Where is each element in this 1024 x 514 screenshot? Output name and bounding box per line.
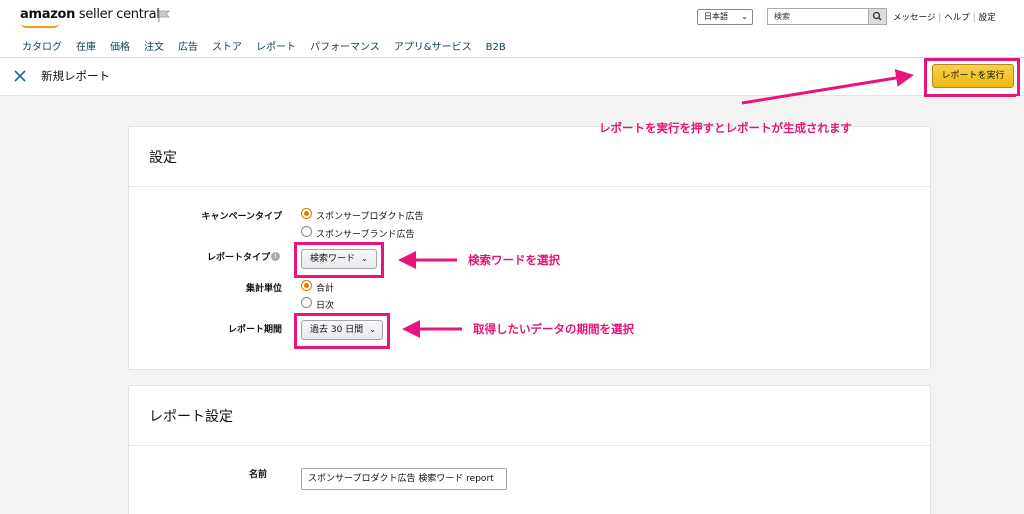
page-title: 新規レポート xyxy=(41,69,110,83)
radio-label-aggregation-total: 合計 xyxy=(316,284,335,294)
campaign-type-label: キャンペーンタイプ xyxy=(201,212,282,222)
radio-label-aggregation-daily: 日次 xyxy=(316,301,335,311)
close-icon[interactable] xyxy=(13,69,27,83)
nav-item-stores[interactable]: ストア xyxy=(212,42,242,53)
aggregation-label: 集計単位 xyxy=(245,284,282,294)
report-period-dropdown[interactable]: 過去 30 日間 ⌄ xyxy=(301,320,383,340)
link-separator: | xyxy=(938,13,942,23)
language-value: 日本語 xyxy=(704,12,728,21)
page-subheader: 新規レポート xyxy=(0,58,1024,96)
logo-smile-icon xyxy=(21,23,59,28)
card-divider xyxy=(129,186,930,187)
chevron-down-icon: ⌄ xyxy=(361,254,368,263)
report-type-dropdown[interactable]: 検索ワード ⌄ xyxy=(301,249,377,269)
nav-item-apps-services[interactable]: アプリ&サービス xyxy=(394,42,472,53)
help-link[interactable]: ヘルプ xyxy=(944,13,970,23)
chevron-down-icon: ⌄ xyxy=(369,325,376,334)
radio-sponsored-products[interactable] xyxy=(301,208,312,219)
report-period-value: 過去 30 日間 xyxy=(310,325,364,335)
nav-item-orders[interactable]: 注文 xyxy=(144,42,164,53)
search-icon xyxy=(872,11,882,21)
nav-item-advertising[interactable]: 広告 xyxy=(178,42,198,53)
nav-item-reports[interactable]: レポート xyxy=(256,42,296,53)
nav-item-catalog[interactable]: カタログ xyxy=(22,42,62,53)
annotation-period-note: 取得したいデータの期間を選択 xyxy=(473,322,634,336)
radio-aggregation-total[interactable] xyxy=(301,280,312,291)
report-type-value: 検索ワード xyxy=(310,254,356,264)
nav-item-b2b[interactable]: B2B xyxy=(486,42,506,53)
run-report-button[interactable]: レポートを実行 xyxy=(932,64,1014,88)
nav-item-pricing[interactable]: 価格 xyxy=(110,42,130,53)
nav-item-performance[interactable]: パフォーマンス xyxy=(310,42,380,53)
language-select[interactable]: 日本語 ⌄ xyxy=(697,9,753,25)
search-input[interactable]: 検索 xyxy=(767,8,869,25)
radio-label-sponsored-products: スポンサープロダクト広告 xyxy=(316,212,424,222)
main-nav: カタログ 在庫 価格 注文 広告 ストア レポート パフォーマンス アプリ&サービス B2B xyxy=(22,38,520,53)
amazon-seller-central-logo[interactable]: amazon seller central xyxy=(20,7,160,22)
top-header: amazon seller central 日本語 ⌄ 検索 メッセージ | ヘルプ |… xyxy=(0,0,1024,58)
page-edge xyxy=(1016,96,1024,514)
report-name-label: 名前 xyxy=(248,470,267,480)
radio-label-sponsored-brands: スポンサーブランド広告 xyxy=(316,230,415,240)
top-links: メッセージ | ヘルプ | 設定 xyxy=(893,11,996,23)
link-separator: | xyxy=(972,13,976,23)
radio-sponsored-brands[interactable] xyxy=(301,226,312,237)
logo-text-light: seller central xyxy=(75,7,160,22)
logo-text-bold: amazon xyxy=(20,7,76,22)
report-period-label: レポート期間 xyxy=(227,325,282,335)
info-icon[interactable]: i xyxy=(271,252,280,261)
flag-icon[interactable] xyxy=(157,9,171,23)
chevron-down-icon: ⌄ xyxy=(741,12,748,21)
nav-item-inventory[interactable]: 在庫 xyxy=(76,42,96,53)
settings-link[interactable]: 設定 xyxy=(979,13,996,23)
annotation-run-note: レポートを実行を押すとレポートが生成されます xyxy=(599,121,852,135)
report-settings-card-title: レポート設定 xyxy=(149,409,233,425)
report-settings-card: レポート設定 xyxy=(128,385,931,514)
report-type-label: レポートタイプ xyxy=(206,253,270,263)
annotation-type-note: 検索ワードを選択 xyxy=(468,253,560,267)
card-divider xyxy=(129,445,930,446)
messages-link[interactable]: メッセージ xyxy=(893,13,935,23)
radio-aggregation-daily[interactable] xyxy=(301,297,312,308)
report-name-input[interactable]: スポンサープロダクト広告 検索ワード report xyxy=(301,468,507,490)
search-button[interactable] xyxy=(868,8,887,25)
settings-card-title: 設定 xyxy=(149,150,177,166)
